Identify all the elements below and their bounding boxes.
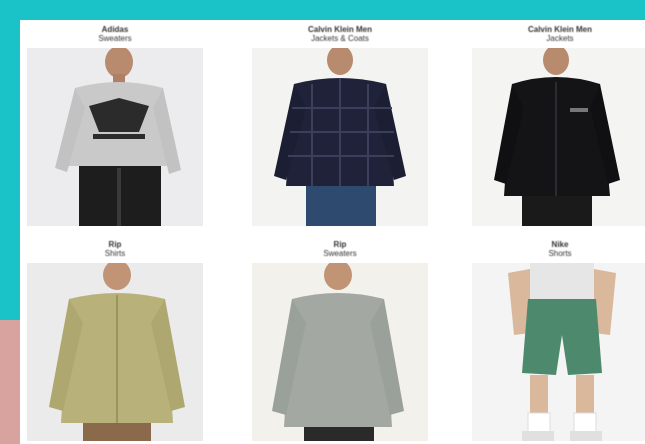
product-category: Shorts: [548, 249, 572, 258]
grey-sweater-illustration: [27, 48, 203, 226]
product-card-nike-shorts[interactable]: Nike Shorts: [465, 240, 645, 441]
product-panel: Adidas Sweaters Calvin Klein Men Jackets…: [20, 20, 645, 444]
black-hooded-jacket-illustration: [472, 48, 645, 226]
product-card-adidas-sweater[interactable]: Adidas Sweaters: [20, 25, 210, 226]
product-image[interactable]: [472, 263, 645, 441]
product-label: Rip Shirts: [105, 240, 125, 258]
product-label: Nike Shorts: [548, 240, 571, 258]
product-image[interactable]: [27, 48, 203, 226]
olive-shirt-illustration: [27, 263, 203, 441]
product-category: Sweaters: [98, 34, 132, 43]
product-image[interactable]: [252, 48, 428, 226]
product-card-calvin-klein-jacket[interactable]: Calvin Klein Men Jackets & Coats: [245, 25, 435, 226]
plaid-jacket-illustration: [252, 48, 428, 226]
product-label: Calvin Klein Men Jackets & Coats: [308, 25, 372, 43]
product-category: Sweaters: [323, 249, 357, 258]
product-label: Calvin Klein Men Jackets: [528, 25, 592, 43]
product-card-rip-sweater[interactable]: Rip Sweaters: [245, 240, 435, 441]
product-brand: Nike: [551, 240, 569, 249]
product-label: Rip Sweaters: [323, 240, 356, 258]
product-brand: Rip: [333, 240, 347, 249]
product-image[interactable]: [472, 48, 645, 226]
green-shorts-illustration: [472, 263, 645, 441]
product-image[interactable]: [252, 263, 428, 441]
product-grid: Adidas Sweaters Calvin Klein Men Jackets…: [20, 20, 645, 444]
grey-long-sleeve-illustration: [252, 263, 428, 441]
product-brand: Calvin Klein Men: [527, 25, 592, 34]
product-category: Shirts: [104, 249, 126, 258]
product-label: Adidas Sweaters: [98, 25, 131, 43]
product-card-rip-shirt[interactable]: Rip Shirts: [20, 240, 210, 441]
product-category: Jackets: [546, 34, 574, 43]
product-image[interactable]: [27, 263, 203, 441]
product-card-calvin-klein-black-jacket[interactable]: Calvin Klein Men Jackets: [465, 25, 645, 226]
product-brand: Rip: [108, 240, 122, 249]
product-brand: Adidas: [101, 25, 129, 34]
product-brand: Calvin Klein Men: [307, 25, 372, 34]
product-category: Jackets & Coats: [311, 34, 369, 43]
